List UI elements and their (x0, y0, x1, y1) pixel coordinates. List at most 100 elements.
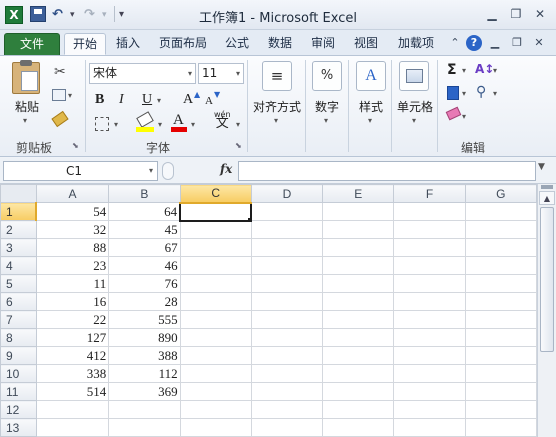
cell[interactable] (250, 292, 324, 311)
cell[interactable] (393, 364, 466, 383)
font-name-dropdown-icon[interactable]: ▾ (188, 64, 192, 83)
cut-icon[interactable]: ✂ (54, 64, 66, 80)
fill-icon[interactable] (447, 86, 459, 100)
fill-color-dropdown-icon[interactable]: ▾ (158, 120, 162, 129)
cell[interactable] (179, 310, 252, 329)
cell[interactable] (179, 364, 252, 383)
cell[interactable] (464, 364, 537, 383)
row-header[interactable]: 6 (0, 292, 37, 311)
cell[interactable] (322, 256, 395, 275)
row-header[interactable]: 3 (0, 238, 37, 257)
cell[interactable] (464, 310, 537, 329)
sort-filter-icon[interactable]: A↕ (475, 62, 494, 76)
cell[interactable] (322, 382, 395, 401)
tab-review[interactable]: 审阅 (304, 33, 342, 55)
row-header[interactable]: 9 (0, 346, 37, 365)
cell-b6[interactable]: 28 (108, 292, 181, 311)
cell[interactable] (250, 346, 324, 365)
insert-function-button[interactable]: fx (220, 162, 232, 176)
cell-a8[interactable]: 127 (35, 328, 110, 347)
row-header[interactable]: 13 (0, 418, 37, 437)
scroll-thumb[interactable] (540, 207, 554, 352)
cell[interactable] (393, 202, 466, 221)
tab-formulas[interactable]: 公式 (218, 33, 256, 55)
cell-a5[interactable]: 11 (35, 274, 110, 293)
cell[interactable] (464, 346, 537, 365)
row-header[interactable]: 7 (0, 310, 37, 329)
number-dropdown-icon[interactable]: ▾ (324, 116, 328, 125)
number-button[interactable]: 数字 (312, 98, 342, 115)
cell[interactable] (393, 346, 466, 365)
minimize-ribbon-icon[interactable]: ⌃ (447, 35, 463, 51)
cell-a9[interactable]: 412 (35, 346, 110, 365)
tab-addins[interactable]: 加载项 (390, 33, 442, 55)
cell-a11[interactable]: 514 (35, 382, 110, 401)
cell[interactable] (393, 328, 466, 347)
alignment-button[interactable]: 对齐方式 (251, 98, 303, 115)
cell[interactable] (179, 400, 252, 419)
cell-c1-active[interactable] (179, 201, 253, 222)
column-header-f[interactable]: F (393, 184, 466, 203)
autosum-dropdown-icon[interactable]: ▾ (462, 66, 466, 75)
cell-b2[interactable]: 45 (108, 220, 181, 239)
paste-label[interactable]: 粘贴 (13, 98, 41, 115)
shrink-font-button[interactable]: A (205, 95, 213, 107)
cell[interactable] (464, 328, 537, 347)
cell[interactable] (250, 274, 324, 293)
cell-a4[interactable]: 23 (35, 256, 110, 275)
cell[interactable] (322, 418, 395, 437)
cell-b12[interactable] (108, 400, 181, 419)
cell-b13[interactable] (108, 418, 181, 437)
cell[interactable] (250, 238, 324, 257)
cell-b8[interactable]: 890 (108, 328, 181, 347)
formula-input[interactable] (238, 161, 536, 181)
cell[interactable] (393, 292, 466, 311)
row-header[interactable]: 1 (0, 202, 38, 221)
alignment-icon[interactable]: ≡ (262, 61, 292, 91)
cell[interactable] (322, 220, 395, 239)
font-color-dropdown-icon[interactable]: ▾ (191, 120, 195, 129)
column-header-b[interactable]: B (108, 184, 181, 203)
formula-bar-splitter[interactable] (162, 162, 174, 180)
tab-data[interactable]: 数据 (261, 33, 299, 55)
copy-icon[interactable] (52, 89, 66, 101)
cell[interactable] (464, 274, 537, 293)
cell[interactable] (393, 220, 466, 239)
cell[interactable] (179, 220, 252, 239)
cell[interactable] (393, 310, 466, 329)
cell[interactable] (322, 346, 395, 365)
cell-b9[interactable]: 388 (108, 346, 181, 365)
cell[interactable] (464, 256, 537, 275)
find-select-dropdown-icon[interactable]: ▾ (493, 89, 497, 98)
cell-a1[interactable]: 54 (35, 202, 110, 221)
cells-icon[interactable] (399, 61, 429, 91)
cell[interactable] (393, 238, 466, 257)
cell-b10[interactable]: 112 (108, 364, 181, 383)
cell[interactable] (250, 418, 324, 437)
font-size-dropdown-icon[interactable]: ▾ (236, 64, 240, 83)
bold-button[interactable]: B (95, 92, 104, 108)
tab-insert[interactable]: 插入 (108, 33, 148, 55)
cell[interactable] (393, 256, 466, 275)
cell[interactable] (464, 418, 537, 437)
cell[interactable] (464, 400, 537, 419)
restore-icon[interactable]: ❐ (506, 5, 526, 23)
select-all-corner[interactable] (0, 184, 37, 203)
styles-icon[interactable]: A (356, 61, 386, 91)
borders-dropdown-icon[interactable]: ▾ (114, 120, 118, 129)
cell-a12[interactable] (35, 400, 110, 419)
cell[interactable] (179, 292, 252, 311)
cells-button[interactable]: 单元格 (394, 98, 436, 115)
cell[interactable] (179, 274, 252, 293)
column-header-d[interactable]: D (250, 184, 324, 203)
cell[interactable] (179, 238, 252, 257)
paste-dropdown-icon[interactable]: ▾ (23, 116, 27, 125)
cell-a6[interactable]: 16 (35, 292, 110, 311)
cell[interactable] (393, 418, 466, 437)
cell-a3[interactable]: 88 (35, 238, 110, 257)
cell[interactable] (464, 220, 537, 239)
expand-formula-bar-icon[interactable]: ▼ (538, 162, 545, 172)
cell[interactable] (250, 364, 324, 383)
cell[interactable] (322, 274, 395, 293)
split-box[interactable] (541, 185, 553, 189)
